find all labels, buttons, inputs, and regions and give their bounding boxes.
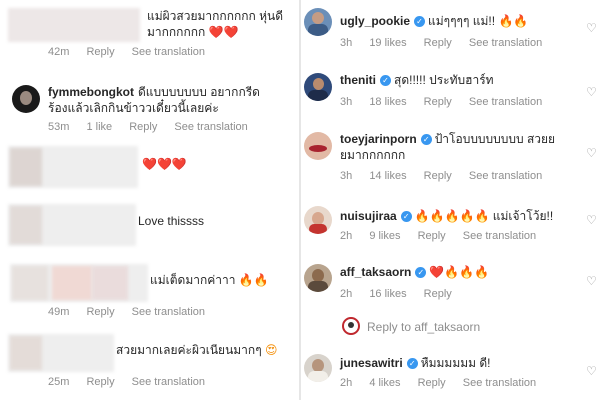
blurred-avatar (12, 266, 48, 300)
reply-button[interactable]: Reply (424, 37, 452, 49)
blurred-username (52, 266, 92, 300)
heart-outline-icon[interactable]: ♡ (586, 365, 597, 377)
heart-outline-icon[interactable]: ♡ (586, 214, 597, 226)
verified-badge-icon: ✓ (415, 267, 427, 278)
comment-time: 2h (340, 377, 353, 389)
comment-time: 53m (48, 121, 70, 133)
comment-meta: 25m Reply See translation (48, 376, 219, 388)
likes-count[interactable]: 9 likes (369, 230, 400, 242)
reply-button[interactable]: Reply (424, 288, 452, 300)
reply-button[interactable]: Reply (418, 377, 446, 389)
reply-button[interactable]: Reply (418, 230, 446, 242)
comment-text: aff_taksaorn ✓ ❤️🔥🔥🔥 (340, 265, 490, 279)
username[interactable]: ugly_pookie (340, 14, 410, 28)
comment-meta: 3h 18 likes Reply See translation (340, 96, 556, 108)
avatar[interactable] (12, 85, 40, 113)
reply-button[interactable]: Reply (86, 46, 114, 58)
comment-text: nuisujiraa ✓ 🔥🔥🔥🔥🔥 แม่เจ้าโว้ย!! (340, 209, 554, 223)
avatar[interactable] (304, 206, 332, 234)
comment-meta: 42m Reply See translation (48, 46, 219, 58)
likes-count[interactable]: 1 like (86, 121, 112, 133)
likes-count[interactable]: 16 likes (369, 288, 406, 300)
comment-meta: 2h 4 likes Reply See translation (340, 377, 550, 389)
avatar[interactable] (304, 8, 332, 36)
reply-to-input[interactable]: Reply to aff_taksaorn (367, 320, 480, 334)
likes-count[interactable]: 4 likes (369, 377, 400, 389)
comment-meta: 53m 1 like Reply See translation (48, 121, 262, 133)
comment-text: แม่เต็ดมากค่าาา 🔥🔥 (150, 273, 269, 287)
username[interactable]: theniti (340, 73, 376, 87)
blurred-avatar (10, 206, 42, 244)
comment-time: 3h (340, 96, 353, 108)
heart-outline-icon[interactable]: ♡ (586, 22, 597, 34)
verified-badge-icon: ✓ (414, 16, 426, 27)
see-translation-button[interactable]: See translation (132, 376, 205, 388)
avatar[interactable] (304, 264, 332, 292)
blurred-avatar (10, 336, 42, 370)
see-translation-button[interactable]: See translation (469, 170, 542, 182)
comment-text: theniti ✓ สุด!!!!! ประทับฮาร์ท (340, 73, 494, 87)
see-translation-button[interactable]: See translation (132, 306, 205, 318)
verified-badge-icon: ✓ (406, 358, 418, 369)
heart-outline-icon[interactable]: ♡ (586, 275, 597, 287)
comment-text: toeyjarinporn ✓ ป้าโอบบบบบบบบ สวยยยมากกกกก… (340, 132, 556, 162)
see-translation-button[interactable]: See translation (132, 46, 205, 58)
comment-time: 3h (340, 170, 353, 182)
comment-time: 2h (340, 230, 353, 242)
reply-button[interactable]: Reply (86, 306, 114, 318)
username[interactable]: toeyjarinporn (340, 132, 417, 146)
comment-meta: 49m Reply See translation (48, 306, 219, 318)
comment-meta: 3h 19 likes Reply See translation (340, 37, 556, 49)
comment-text: แม่ผิวสวยมากกกกกก หุ่นดีมากกกกกก ❤️❤️ (147, 9, 283, 39)
verified-badge-icon: ✓ (380, 75, 391, 86)
avatar[interactable] (304, 73, 332, 101)
verified-badge-icon: ✓ (400, 211, 412, 222)
reply-button[interactable]: Reply (424, 170, 452, 182)
comment-time: 2h (340, 288, 353, 300)
comment-text: Love thissss (138, 214, 205, 228)
heart-outline-icon[interactable]: ♡ (586, 147, 597, 159)
likes-count[interactable]: 14 likes (369, 170, 406, 182)
likes-count[interactable]: 19 likes (369, 37, 406, 49)
username[interactable]: junesawitri (340, 356, 403, 370)
column-divider (299, 0, 301, 400)
likes-count[interactable]: 18 likes (369, 96, 406, 108)
reply-button[interactable]: Reply (129, 121, 157, 133)
verified-badge-icon: ✓ (420, 134, 432, 145)
reply-button[interactable]: Reply (424, 96, 452, 108)
username[interactable]: fymmebongkot (48, 85, 134, 99)
blurred-avatar (10, 148, 42, 186)
comment-text: fymmebongkot ดีแบบบบบบบ อยากกรีดร้องแล้วเ… (48, 85, 260, 115)
see-translation-button[interactable]: See translation (174, 121, 247, 133)
blurred-avatar-username (8, 8, 140, 42)
avatar[interactable] (304, 354, 332, 382)
see-translation-button[interactable]: See translation (469, 96, 542, 108)
comment-text: ugly_pookie ✓ แม่ๆๆๆๆ แม่!! 🔥🔥 (340, 14, 529, 28)
comment-text: ❤️❤️❤️ (142, 157, 187, 171)
comment-text: สวยมากเลยค่ะผิวเนียนมากๆ 😍 (116, 343, 278, 357)
username[interactable]: aff_taksaorn (340, 265, 411, 279)
avatar[interactable] (304, 132, 332, 160)
blurred-username (92, 266, 128, 300)
avatar (342, 317, 360, 335)
comment-time: 25m (48, 376, 70, 388)
comment-meta: 2h 16 likes Reply (340, 288, 466, 300)
see-translation-button[interactable]: See translation (469, 37, 542, 49)
see-translation-button[interactable]: See translation (463, 377, 536, 389)
comment-meta: 2h 9 likes Reply See translation (340, 230, 550, 242)
comment-meta: 3h 14 likes Reply See translation (340, 170, 556, 182)
comment-time: 42m (48, 46, 70, 58)
see-translation-button[interactable]: See translation (463, 230, 536, 242)
comment-time: 49m (48, 306, 70, 318)
reply-button[interactable]: Reply (86, 376, 114, 388)
comment-time: 3h (340, 37, 353, 49)
username[interactable]: nuisujiraa (340, 209, 397, 223)
heart-outline-icon[interactable]: ♡ (586, 86, 597, 98)
comment-text: junesawitri ✓ หืมมมมมม ดี! (340, 356, 491, 370)
